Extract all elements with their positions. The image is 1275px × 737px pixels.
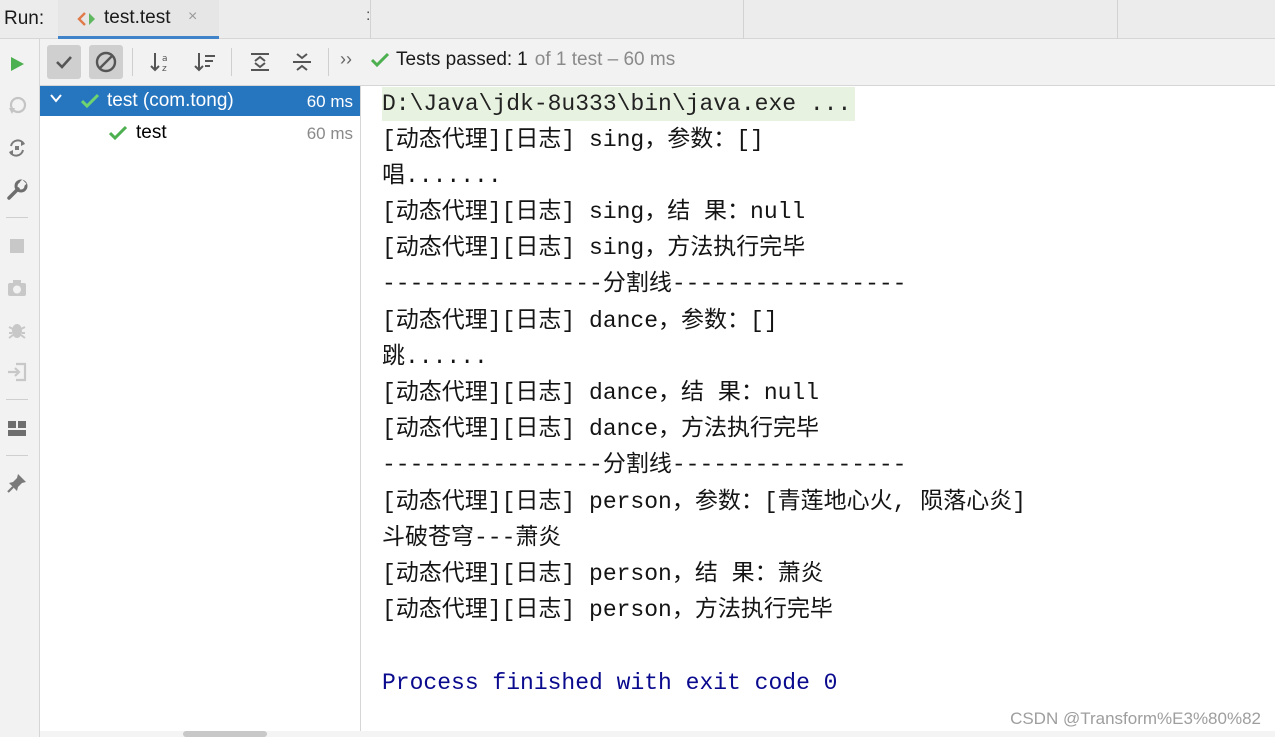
exit-icon[interactable] bbox=[5, 360, 29, 384]
run-side-toolbar bbox=[0, 39, 40, 737]
console-output[interactable]: D:\Java\jdk-8u333\bin\java.exe ... [动态代理… bbox=[361, 86, 1275, 737]
test-config-icon bbox=[77, 9, 97, 29]
passed-check-icon bbox=[81, 93, 99, 109]
debug-bug-icon[interactable] bbox=[5, 318, 29, 342]
status-detail: of 1 test – 60 ms bbox=[534, 49, 676, 70]
console-line: [动态代理][日志] person，结 果：萧炎 bbox=[382, 561, 824, 587]
console-line: [动态代理][日志] person，参数：[青莲地心火, 陨落心炎] bbox=[382, 489, 1027, 515]
toolbar-divider bbox=[6, 399, 28, 400]
console-line: [动态代理][日志] sing，参数：[] bbox=[382, 127, 764, 153]
console-line: ----------------分割线----------------- bbox=[382, 271, 907, 297]
toolbar-divider bbox=[6, 455, 28, 456]
horizontal-scrollbar[interactable] bbox=[40, 731, 1275, 737]
sort-alpha-icon: az bbox=[150, 53, 168, 74]
run-tab-bar: Run: test.test × : bbox=[0, 0, 1275, 39]
console-line: [动态代理][日志] dance，结 果：null bbox=[382, 380, 820, 406]
toolbar-divider bbox=[132, 48, 133, 76]
toolbar-divider bbox=[6, 217, 28, 218]
layout-icon[interactable] bbox=[5, 416, 29, 440]
console-line: 跳...... bbox=[382, 344, 488, 370]
rerun-icon[interactable] bbox=[5, 52, 29, 76]
test-status-summary: Tests passed: 1 of 1 test – 60 ms bbox=[370, 49, 675, 71]
rerun-failed-icon[interactable] bbox=[5, 94, 29, 118]
sort-by-duration-button[interactable] bbox=[188, 45, 222, 79]
process-exit-message: Process finished with exit code 0 bbox=[382, 670, 838, 696]
console-line: [动态代理][日志] dance，参数：[] bbox=[382, 308, 778, 334]
sort-alphabetically-button[interactable]: az bbox=[144, 45, 178, 79]
chevron-down-icon[interactable] bbox=[49, 91, 63, 109]
screenshot-camera-icon[interactable] bbox=[5, 276, 29, 300]
close-icon[interactable]: × bbox=[188, 8, 197, 26]
svg-text:a: a bbox=[162, 54, 168, 64]
test-tree: test (com.tong) 60 ms test 60 ms bbox=[40, 86, 361, 737]
collapse-all-icon bbox=[293, 53, 311, 71]
console-line: [动态代理][日志] person，方法执行完毕 bbox=[382, 597, 833, 623]
status-label: Tests passed: bbox=[396, 49, 513, 70]
test-results-toolbar: az ›› Tests passed: 1 of 1 test – 60 ms bbox=[40, 39, 1275, 86]
more-actions-icon[interactable]: ›› bbox=[340, 49, 352, 70]
collapse-all-button[interactable] bbox=[285, 45, 319, 79]
test-duration: 60 ms bbox=[306, 92, 353, 111]
run-label: Run: bbox=[4, 8, 45, 29]
passed-check-icon bbox=[109, 125, 127, 141]
passed-count: 1 bbox=[517, 49, 528, 70]
show-passed-toggle[interactable] bbox=[47, 45, 81, 79]
expand-all-button[interactable] bbox=[243, 45, 277, 79]
console-line: 斗破苍穹---萧炎 bbox=[382, 525, 562, 551]
settings-wrench-icon[interactable] bbox=[5, 178, 29, 202]
test-tree-item-label: test bbox=[136, 122, 167, 143]
scrollbar-thumb[interactable] bbox=[183, 731, 267, 737]
console-line: [动态代理][日志] dance，方法执行完毕 bbox=[382, 416, 820, 442]
tab-divider bbox=[370, 0, 371, 39]
toolbar-divider bbox=[231, 48, 232, 76]
ignored-icon bbox=[95, 51, 117, 73]
svg-text:z: z bbox=[162, 64, 167, 74]
passed-check-icon bbox=[370, 52, 390, 68]
expand-all-icon bbox=[251, 53, 269, 71]
tab-divider bbox=[743, 0, 744, 39]
stop-icon[interactable] bbox=[5, 234, 29, 258]
toolbar-divider bbox=[328, 48, 329, 76]
pin-icon[interactable] bbox=[5, 471, 29, 495]
test-tree-item-label: test (com.tong) bbox=[107, 90, 234, 111]
test-tree-item-root[interactable]: test (com.tong) 60 ms bbox=[40, 86, 360, 116]
sort-duration-icon bbox=[194, 53, 215, 72]
test-tree-item-test[interactable]: test 60 ms bbox=[40, 118, 360, 148]
toggle-auto-test-icon[interactable] bbox=[5, 136, 29, 160]
console-command-line[interactable]: D:\Java\jdk-8u333\bin\java.exe ... bbox=[382, 87, 856, 121]
console-line: ----------------分割线----------------- bbox=[382, 452, 907, 478]
check-icon bbox=[56, 56, 72, 69]
run-tab-title: test.test bbox=[104, 7, 171, 28]
test-duration: 60 ms bbox=[306, 124, 353, 143]
console-line: 唱....... bbox=[382, 163, 502, 189]
console-line: [动态代理][日志] sing，方法执行完毕 bbox=[382, 235, 806, 261]
tab-divider bbox=[1117, 0, 1118, 39]
console-line: [动态代理][日志] sing，结 果：null bbox=[382, 199, 806, 225]
show-ignored-toggle[interactable] bbox=[89, 45, 123, 79]
run-tab[interactable]: test.test × bbox=[58, 0, 219, 39]
watermark: CSDN @Transform%E3%80%82 bbox=[1010, 709, 1261, 728]
